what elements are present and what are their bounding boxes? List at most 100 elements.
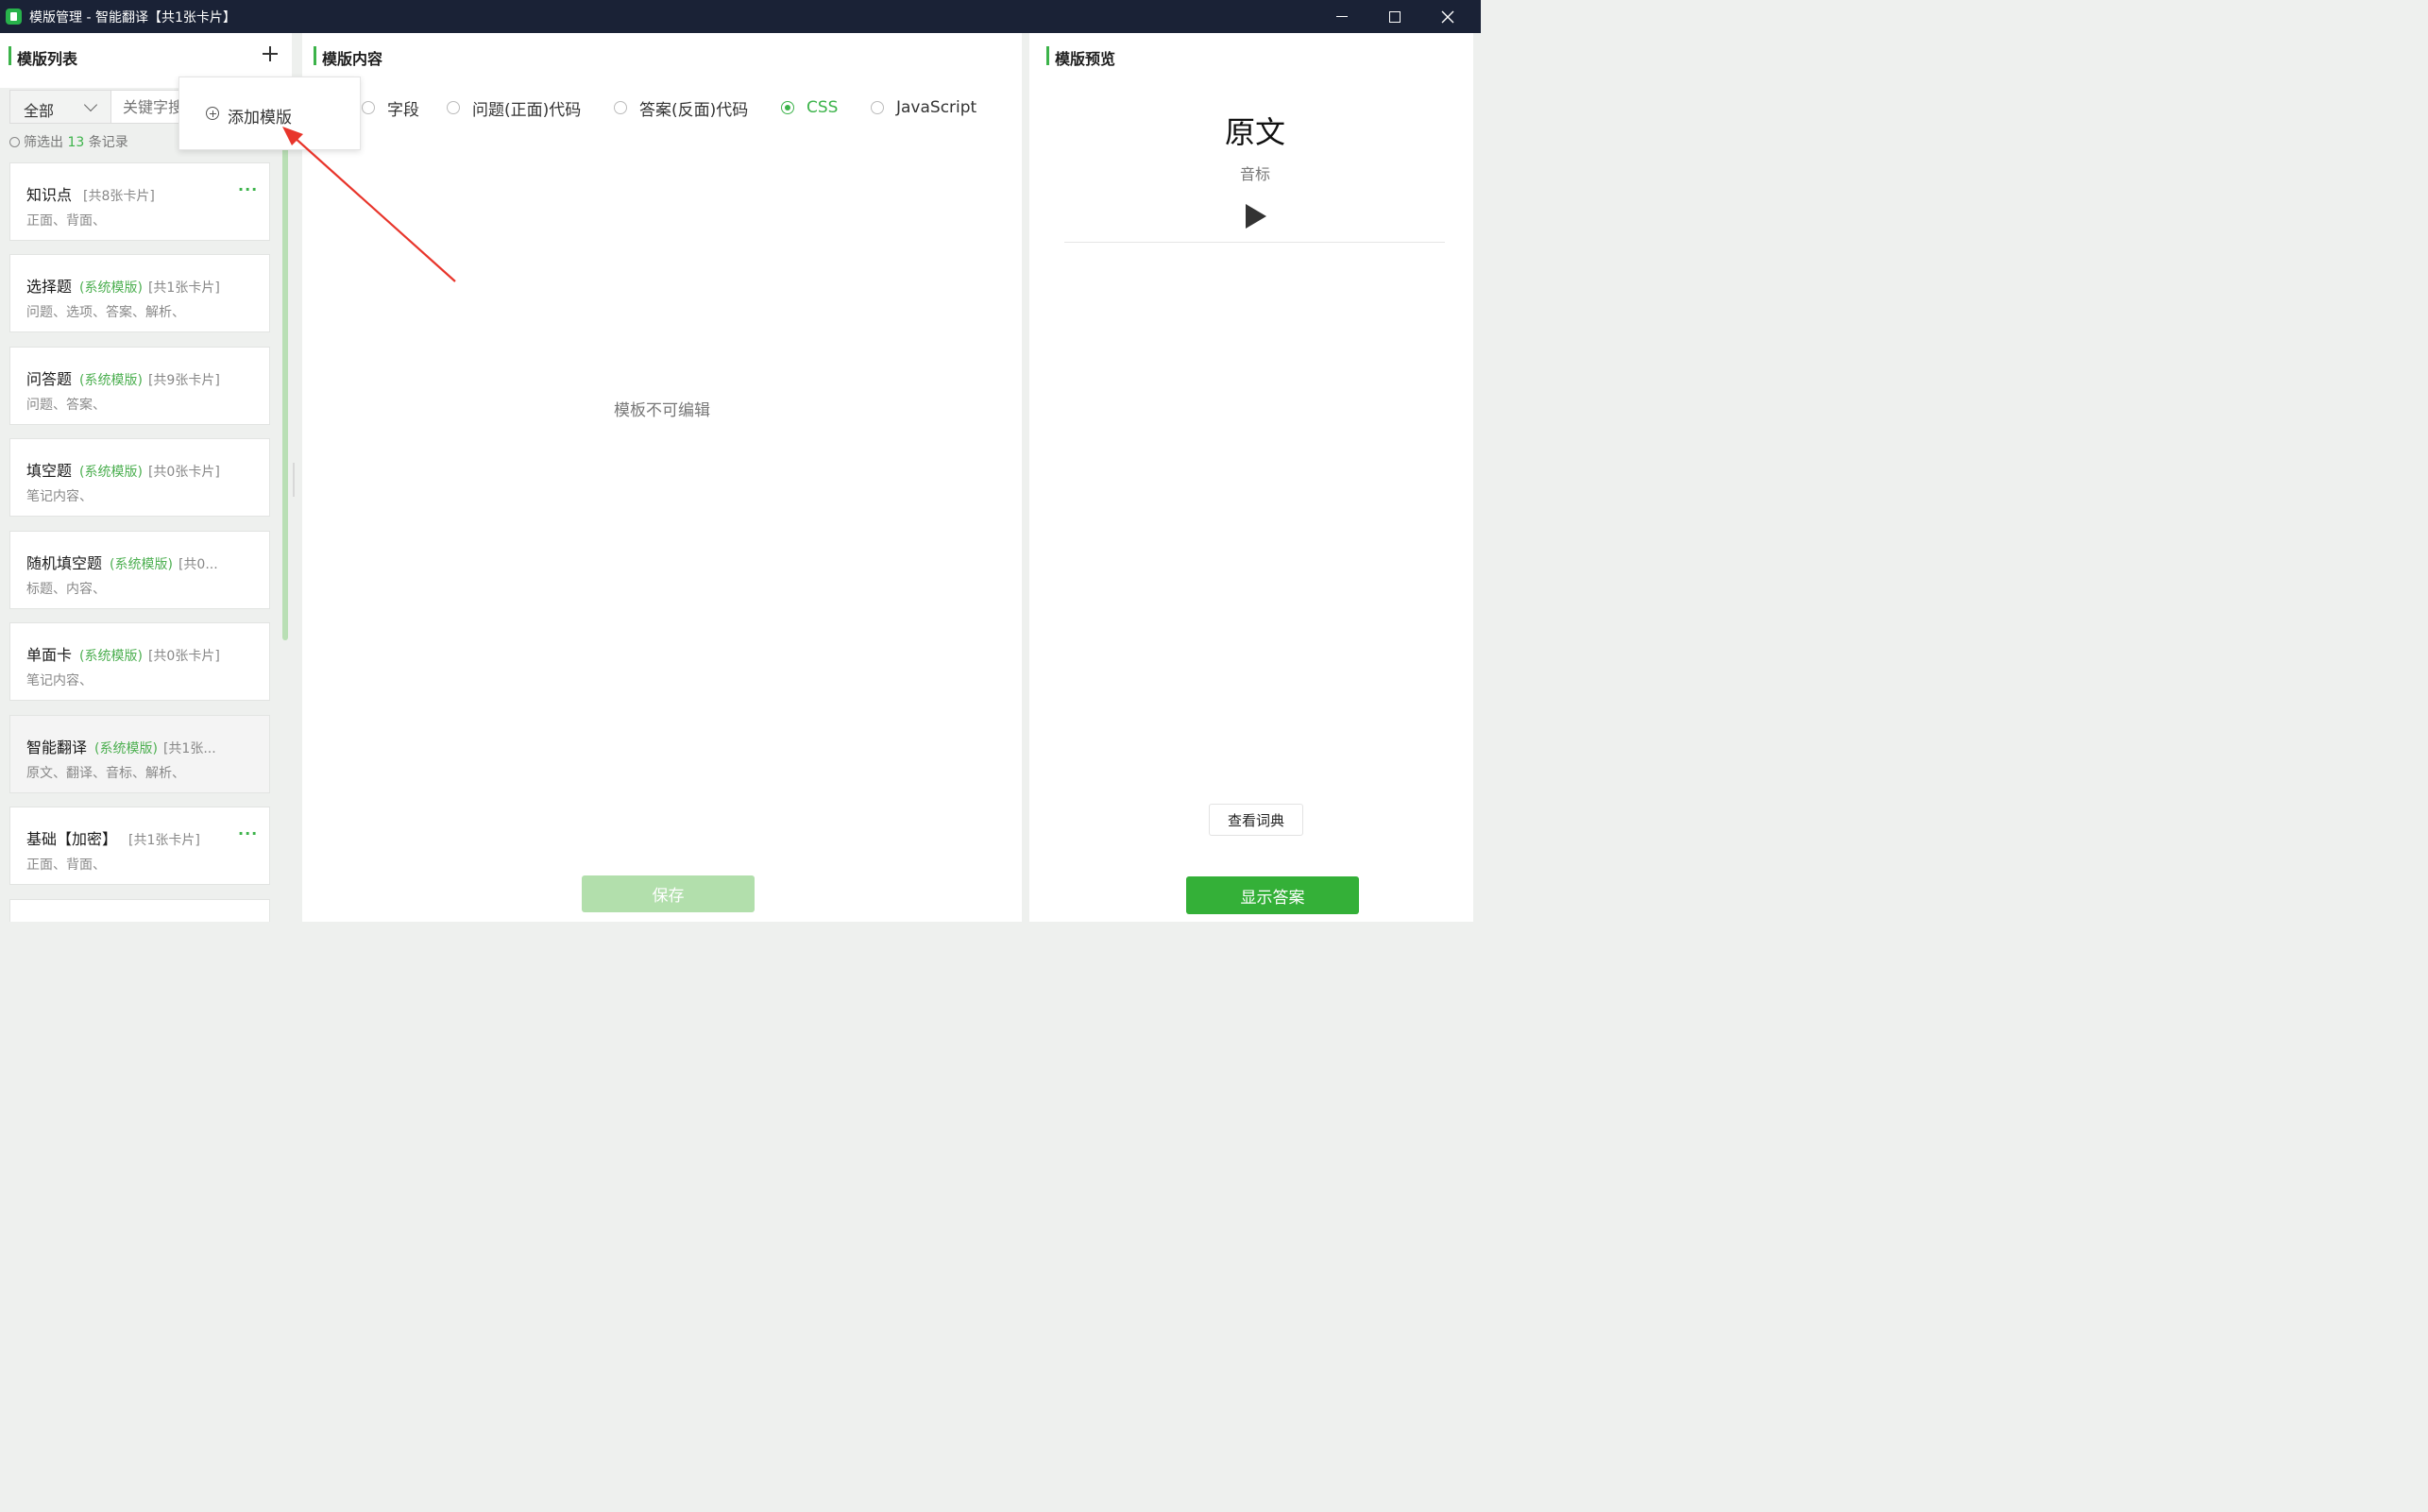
- card-count: [共0张卡片]: [147, 465, 220, 480]
- play-icon[interactable]: [1246, 204, 1266, 229]
- card-system-tag: (系统模版): [110, 557, 173, 572]
- template-content-panel: 模版内容 字段 问题(正面)代码 答案(反面)代码 CSS JavaScript…: [302, 33, 1022, 922]
- radio-icon: [614, 101, 627, 114]
- add-template-popup: 添加模版: [178, 76, 361, 150]
- view-dictionary-button[interactable]: 查看词典: [1209, 804, 1303, 836]
- card-count: [共1张卡片]: [147, 280, 220, 296]
- tab-label: 字段: [387, 100, 419, 120]
- template-preview-title: 模版预览: [1055, 50, 1116, 68]
- not-editable-message: 模板不可编辑: [614, 401, 710, 420]
- card-title: 填空题 (系统模版) [共0张卡片]: [26, 458, 220, 481]
- filter-count: 13: [67, 135, 85, 150]
- template-list-panel: 模版列表 全部 筛选出 13 条记录 知识点 [共8张卡片] 正面、背面、 ···…: [0, 33, 292, 922]
- title-bar: 模版管理 - 智能翻译【共1张卡片】: [0, 0, 1481, 33]
- template-card-single-side[interactable]: 单面卡 (系统模版) [共0张卡片] 笔记内容、: [9, 622, 270, 701]
- tab-front-code[interactable]: 问题(正面)代码: [447, 95, 581, 120]
- template-list-title: 模版列表: [17, 50, 78, 68]
- minimize-icon[interactable]: [1318, 0, 1366, 33]
- card-count: [共9张卡片]: [147, 373, 220, 388]
- card-count: [共0张卡片]: [147, 649, 220, 664]
- more-options-icon[interactable]: ···: [238, 180, 258, 198]
- list-scrollbar[interactable]: [282, 146, 288, 640]
- tab-label: CSS: [807, 98, 839, 117]
- template-content-title: 模版内容: [322, 50, 383, 68]
- preview-phonetic: 音标: [1239, 165, 1270, 183]
- filter-info: 筛选出 13 条记录: [9, 132, 128, 151]
- search-icon: [9, 137, 20, 147]
- card-title: 选择题 (系统模版) [共1张卡片]: [26, 274, 220, 297]
- preview-source-text: 原文: [1224, 114, 1285, 150]
- tab-javascript[interactable]: JavaScript: [871, 95, 976, 120]
- radio-icon: [362, 101, 375, 114]
- template-card-smart-translate[interactable]: 智能翻译 (系统模版) [共1张... 原文、翻译、音标、解析、: [9, 715, 270, 793]
- tab-label: 问题(正面)代码: [472, 100, 582, 120]
- window-title: 模版管理 - 智能翻译【共1张卡片】: [29, 10, 236, 25]
- filter-suffix: 条记录: [88, 135, 128, 150]
- card-system-tag: (系统模版): [79, 280, 143, 296]
- app-logo-icon: [6, 8, 22, 25]
- card-system-tag: (系统模版): [79, 649, 143, 664]
- card-title: 问答题 (系统模版) [共9张卡片]: [26, 366, 220, 389]
- card-title: 智能翻译 (系统模版) [共1张...: [26, 735, 216, 757]
- card-system-tag: (系统模版): [79, 465, 143, 480]
- template-card-basic-encrypted[interactable]: 基础【加密】 [共1张卡片] 正面、背面、 ···: [9, 807, 270, 885]
- card-system-tag: (系统模版): [79, 373, 143, 388]
- card-system-tag: (系统模版): [94, 741, 158, 756]
- card-title: 单面卡 (系统模版) [共0张卡片]: [26, 642, 220, 665]
- template-card-cloze[interactable]: 填空题 (系统模版) [共0张卡片] 笔记内容、: [9, 438, 270, 517]
- radio-icon: [871, 101, 884, 114]
- maximize-icon[interactable]: [1371, 0, 1418, 33]
- card-name: 智能翻译: [26, 739, 88, 756]
- filter-prefix: 筛选出: [24, 135, 63, 150]
- template-card-knowledge[interactable]: 知识点 [共8张卡片] 正面、背面、 ···: [9, 162, 270, 241]
- card-count: [共0...: [178, 557, 218, 572]
- template-card-qa[interactable]: 问答题 (系统模版) [共9张卡片] 问题、答案、: [9, 347, 270, 425]
- tab-label: JavaScript: [896, 98, 977, 117]
- card-name: 知识点: [26, 186, 73, 204]
- category-select-value: 全部: [24, 102, 55, 120]
- save-button[interactable]: 保存: [582, 875, 755, 912]
- card-title: 知识点 [共8张卡片]: [26, 182, 155, 205]
- template-card-random-cloze[interactable]: 随机填空题 (系统模版) [共0... 标题、内容、: [9, 531, 270, 609]
- add-template-menu-item[interactable]: 添加模版: [228, 104, 292, 127]
- add-template-icon[interactable]: [261, 44, 280, 63]
- card-name: 选择题: [26, 278, 73, 296]
- category-select[interactable]: 全部: [9, 90, 111, 124]
- card-fields: 正面、背面、: [26, 213, 106, 229]
- card-count: [共8张卡片]: [83, 189, 155, 204]
- tab-label: 答案(反面)代码: [639, 100, 749, 120]
- accent-bar: [314, 46, 316, 65]
- accent-bar: [1046, 46, 1049, 65]
- tab-fields[interactable]: 字段: [362, 95, 419, 120]
- template-card-choice[interactable]: 选择题 (系统模版) [共1张卡片] 问题、选项、答案、解析、: [9, 254, 270, 332]
- card-title: 基础【加密】 [共1张卡片]: [26, 826, 200, 849]
- template-card-partial[interactable]: [9, 899, 270, 922]
- show-answer-button[interactable]: 显示答案: [1186, 876, 1359, 914]
- accent-bar: [8, 46, 11, 65]
- radio-icon: [447, 101, 460, 114]
- card-fields: 问题、选项、答案、解析、: [26, 305, 185, 320]
- close-icon[interactable]: [1424, 0, 1471, 33]
- tab-css[interactable]: CSS: [781, 95, 838, 120]
- more-options-icon[interactable]: ···: [238, 824, 258, 842]
- card-fields: 原文、翻译、音标、解析、: [26, 766, 185, 781]
- tab-back-code[interactable]: 答案(反面)代码: [614, 95, 748, 120]
- card-name: 基础【加密】: [26, 830, 118, 848]
- card-fields: 笔记内容、: [26, 673, 93, 688]
- card-fields: 标题、内容、: [26, 582, 106, 597]
- card-name: 随机填空题: [26, 554, 103, 572]
- card-fields: 问题、答案、: [26, 398, 106, 413]
- template-preview-panel: 模版预览 原文 音标 查看词典 显示答案: [1029, 33, 1473, 922]
- chevron-down-icon: [83, 97, 98, 112]
- template-list: 知识点 [共8张卡片] 正面、背面、 ··· 选择题 (系统模版) [共1张卡片] 问…: [0, 162, 292, 922]
- card-name: 问答题: [26, 370, 73, 388]
- radio-checked-icon: [781, 101, 794, 114]
- card-fields: 正面、背面、: [26, 858, 106, 873]
- card-fields: 笔记内容、: [26, 489, 93, 504]
- card-title: 随机填空题 (系统模版) [共0...: [26, 551, 218, 573]
- splitter-left[interactable]: [293, 463, 295, 497]
- card-name: 填空题: [26, 462, 73, 480]
- add-circle-icon: [206, 107, 219, 120]
- card-count: [共1张卡片]: [128, 833, 200, 848]
- card-count: [共1张...: [162, 741, 216, 756]
